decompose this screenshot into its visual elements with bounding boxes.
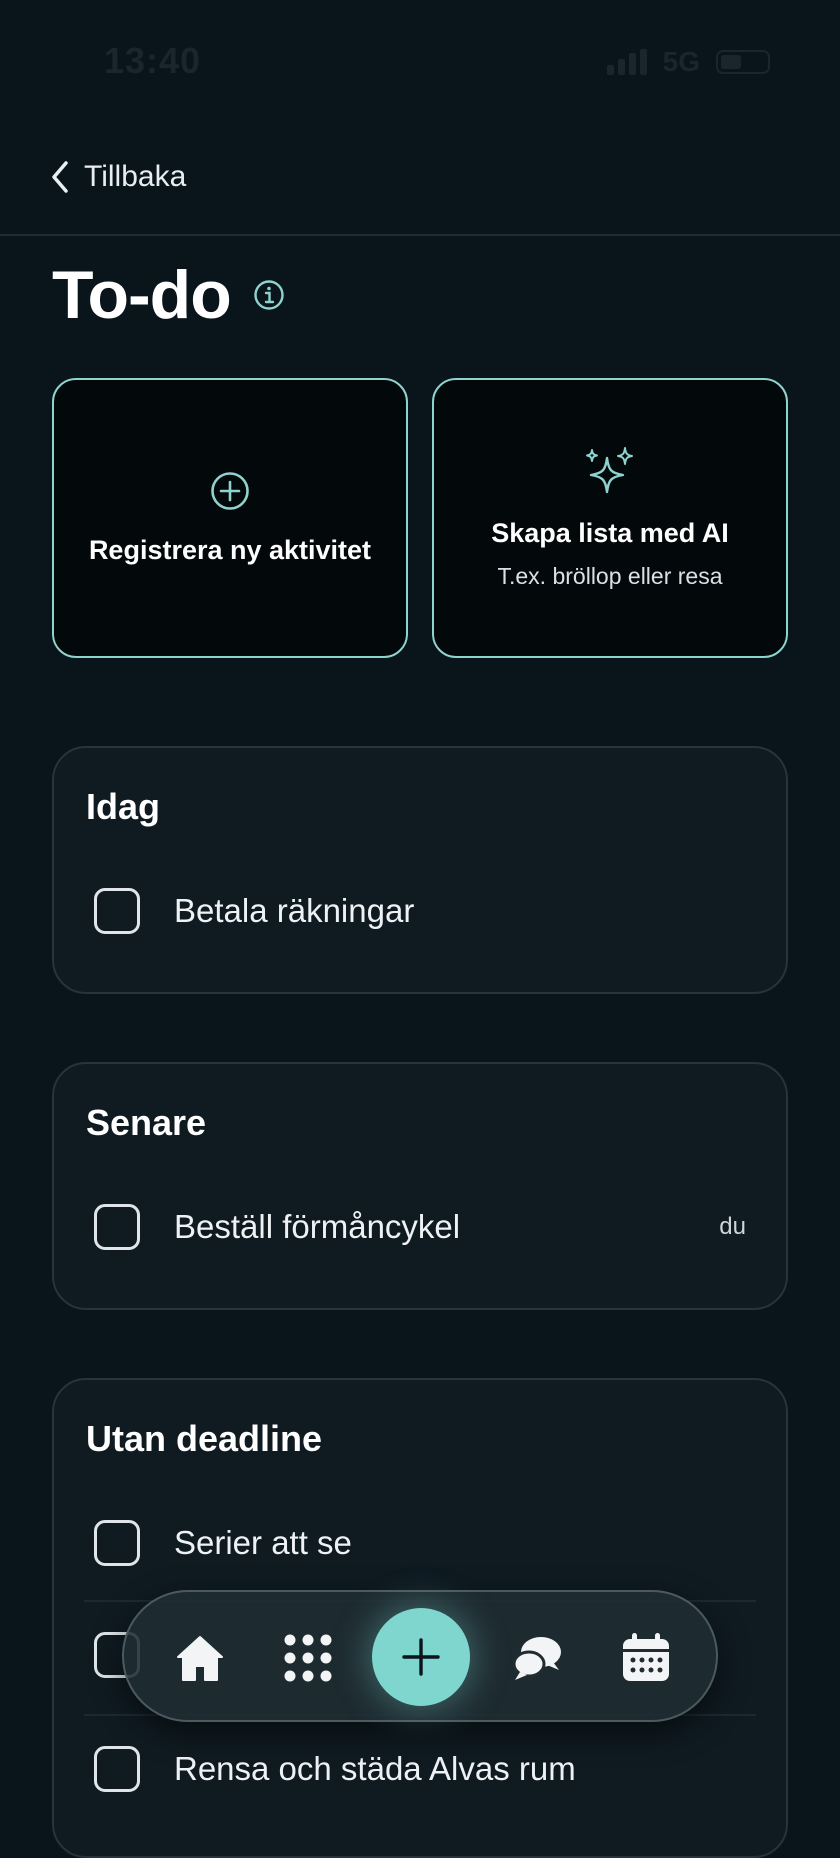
list-item[interactable]: Serier att se	[94, 1498, 754, 1588]
status-time: 13:40	[104, 40, 202, 81]
item-label: Rensa och städa Alvas rum	[174, 1750, 576, 1787]
item-label: Betala räkningar	[174, 892, 415, 929]
checkbox[interactable]	[94, 1204, 140, 1250]
checkbox[interactable]	[94, 888, 140, 934]
apps-grid-icon[interactable]	[280, 1630, 336, 1686]
assignee-label: du	[719, 1213, 746, 1240]
back-label: Tillbaka	[84, 160, 187, 193]
page-title-row: To-do	[52, 256, 285, 334]
create-ai-list-subtitle: T.ex. bröllop eller resa	[497, 563, 723, 589]
status-indicators: 5G	[606, 46, 770, 78]
chevron-left-icon	[52, 161, 68, 193]
signal-icon	[606, 49, 647, 75]
create-ai-list-card[interactable]: Skapa lista med AI T.ex. bröllop eller r…	[432, 378, 788, 658]
bottom-nav	[122, 1590, 718, 1722]
item-label: Serier att se	[174, 1524, 352, 1561]
chat-icon[interactable]	[510, 1630, 566, 1686]
info-icon[interactable]	[253, 279, 285, 311]
create-ai-list-label: Skapa lista med AI	[491, 518, 729, 548]
battery-icon	[716, 50, 770, 74]
checkbox[interactable]	[94, 1520, 140, 1566]
add-button[interactable]	[372, 1608, 470, 1706]
plus-circle-icon	[211, 471, 249, 510]
network-type: 5G	[662, 46, 700, 77]
item-label: Beställ förmåncykel	[174, 1208, 461, 1245]
register-activity-label: Registrera ny aktivitet	[88, 534, 372, 565]
page-title: To-do	[52, 257, 232, 333]
list-item[interactable]: Betala räkningar	[94, 866, 754, 956]
section-today: Idag Betala räkningar	[52, 746, 788, 994]
add-icon	[402, 1638, 440, 1676]
nav-header: Tillbaka	[0, 150, 840, 236]
back-button[interactable]: Tillbaka	[50, 160, 186, 194]
calendar-icon[interactable]	[618, 1630, 674, 1686]
register-activity-card[interactable]: Registrera ny aktivitet	[52, 378, 408, 658]
status-bar: 13:40 5G	[0, 0, 840, 120]
section-later: Senare Beställ förmåncykel du	[52, 1062, 788, 1310]
section-title: Idag	[86, 786, 161, 827]
section-title: Utan deadline	[86, 1418, 323, 1459]
checkbox[interactable]	[94, 1746, 140, 1792]
list-item[interactable]: Beställ förmåncykel du	[94, 1182, 754, 1272]
list-item[interactable]: Rensa och städa Alvas rum	[94, 1724, 754, 1814]
sparkles-icon	[586, 447, 633, 494]
home-icon[interactable]	[172, 1630, 228, 1686]
section-title: Senare	[86, 1102, 207, 1143]
